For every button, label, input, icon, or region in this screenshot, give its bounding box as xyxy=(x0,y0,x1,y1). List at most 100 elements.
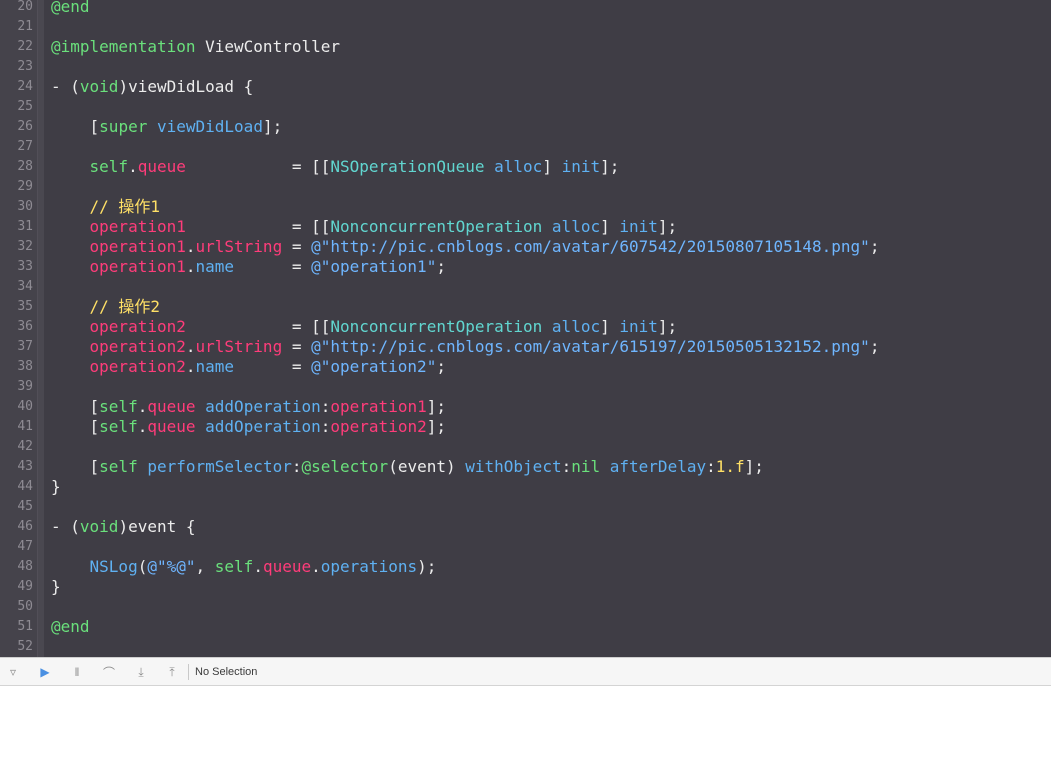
code-line[interactable]: 28 self.queue = [[NSOperationQueue alloc… xyxy=(0,157,1051,177)
code-line[interactable]: 27 xyxy=(0,137,1051,157)
line-number: 24 xyxy=(17,79,33,94)
code-token: @implementation xyxy=(51,37,196,56)
stack-frame-selector[interactable]: No Selection xyxy=(195,665,257,679)
code-token: ViewController xyxy=(195,37,340,56)
code-line[interactable]: 24 - (void)viewDidLoad { xyxy=(0,77,1051,97)
code-line[interactable]: 49} xyxy=(0,577,1051,597)
code-token: ( xyxy=(137,557,148,576)
code-line[interactable]: 33 operation1.name = @"operation1"; xyxy=(0,257,1051,277)
code-token: @"http://pic.cnblogs.com/avatar/615197/2… xyxy=(311,337,870,356)
line-number: 39 xyxy=(17,379,33,394)
code-token: urlString xyxy=(195,337,283,356)
code-token: = [[ xyxy=(185,157,331,176)
line-number: 43 xyxy=(17,459,33,474)
code-line[interactable]: 52 xyxy=(0,637,1051,657)
line-number: 49 xyxy=(17,579,33,594)
code-token: [ xyxy=(51,117,100,136)
code-line[interactable]: 36 operation2 = [[NonconcurrentOperation… xyxy=(0,317,1051,337)
code-token: @end xyxy=(51,0,90,16)
step-into-icon[interactable]: ⤓ xyxy=(132,664,150,680)
code-token: (event) xyxy=(388,457,466,476)
code-text: @end xyxy=(51,0,90,17)
code-line[interactable]: 34 xyxy=(0,277,1051,297)
code-text: NSLog(@"%@", self.queue.operations); xyxy=(51,557,437,577)
code-line[interactable]: 45 xyxy=(0,497,1051,517)
code-line[interactable]: 31 operation1 = [[NonconcurrentOperation… xyxy=(0,217,1051,237)
code-token: alloc xyxy=(551,317,601,336)
code-token: )event { xyxy=(118,517,196,536)
code-line[interactable]: 44} xyxy=(0,477,1051,497)
code-line[interactable]: 48 NSLog(@"%@", self.queue.operations); xyxy=(0,557,1051,577)
code-token: addOperation xyxy=(205,397,321,416)
code-line[interactable]: 40 [self.queue addOperation:operation1]; xyxy=(0,397,1051,417)
line-number: 40 xyxy=(17,399,33,414)
code-line[interactable]: 20 @end xyxy=(0,0,1051,17)
code-token: [ xyxy=(51,417,100,436)
line-number: 37 xyxy=(17,339,33,354)
code-token: . xyxy=(137,397,148,416)
line-number: 21 xyxy=(17,19,33,34)
code-text: operation2.urlString = @"http://pic.cnbl… xyxy=(51,337,880,357)
code-token: @"operation2" xyxy=(311,357,437,376)
code-line[interactable]: 21 xyxy=(0,17,1051,37)
debug-console-area[interactable] xyxy=(0,686,1051,775)
code-line[interactable]: 37 operation2.urlString = @"http://pic.c… xyxy=(0,337,1051,357)
code-token: ]; xyxy=(657,217,678,236)
code-line[interactable]: 30 // 操作1 xyxy=(0,197,1051,217)
code-line[interactable]: 42 xyxy=(0,437,1051,457)
code-line[interactable]: 32 operation1.urlString = @"http://pic.c… xyxy=(0,237,1051,257)
step-out-icon[interactable]: ⤒ xyxy=(163,664,181,680)
code-token: . xyxy=(128,157,138,176)
code-token: = [[ xyxy=(185,217,331,236)
code-token: ]; xyxy=(600,157,620,176)
hide-debug-area-icon[interactable]: ▿ xyxy=(4,664,22,680)
code-token: afterDelay xyxy=(609,457,707,476)
code-line[interactable]: 47 xyxy=(0,537,1051,557)
line-number: 29 xyxy=(17,179,33,194)
code-token: operation2 xyxy=(330,417,427,436)
code-token: . xyxy=(311,557,321,576)
pause-icon[interactable]: ‖ xyxy=(68,664,86,680)
code-token: operation1 xyxy=(330,397,427,416)
code-line[interactable]: 51 @end xyxy=(0,617,1051,637)
line-number: 30 xyxy=(17,199,33,214)
breakpoints-toggle-icon[interactable]: ▶ xyxy=(36,664,54,680)
code-token: operation2 xyxy=(89,337,186,356)
code-line[interactable]: 46 - (void)event { xyxy=(0,517,1051,537)
code-token: } xyxy=(51,477,61,496)
code-line[interactable]: 38 operation2.name = @"operation2"; xyxy=(0,357,1051,377)
code-line[interactable]: 35 // 操作2 xyxy=(0,297,1051,317)
code-token: ; xyxy=(436,257,446,276)
code-line[interactable]: 39 xyxy=(0,377,1051,397)
code-token: self xyxy=(99,397,138,416)
code-text: @implementation ViewController xyxy=(51,37,340,57)
code-text: operation2.name = @"operation2"; xyxy=(51,357,446,377)
debug-bar: ▿ ▶ ‖ ⌒ ⤓ ⤒ No Selection xyxy=(0,657,1051,686)
step-over-icon[interactable]: ⌒ xyxy=(100,664,118,680)
code-line[interactable]: 25 xyxy=(0,97,1051,117)
code-line[interactable]: 41 [self.queue addOperation:operation2]; xyxy=(0,417,1051,437)
code-token: queue xyxy=(262,557,312,576)
line-number: 35 xyxy=(17,299,33,314)
code-token: 1.f xyxy=(715,457,745,476)
code-token: self xyxy=(99,457,138,476)
code-line[interactable]: 29 xyxy=(0,177,1051,197)
code-line[interactable]: 26 [super viewDidLoad]; xyxy=(0,117,1051,137)
code-line[interactable]: 22 @implementation ViewController xyxy=(0,37,1051,57)
code-token: init xyxy=(619,217,658,236)
code-token: @"%@" xyxy=(147,557,196,576)
code-line[interactable]: 50 xyxy=(0,597,1051,617)
code-editor[interactable]: 20 @end 21 22 @implementation ViewController… xyxy=(0,0,1051,657)
code-token: addOperation xyxy=(205,417,321,436)
code-token: = xyxy=(234,357,312,376)
code-token: @"operation1" xyxy=(311,257,437,276)
code-line[interactable]: 23 xyxy=(0,57,1051,77)
code-line[interactable]: 43 [self performSelector: @selector(event… xyxy=(0,457,1051,477)
code-token: ]; xyxy=(657,317,678,336)
